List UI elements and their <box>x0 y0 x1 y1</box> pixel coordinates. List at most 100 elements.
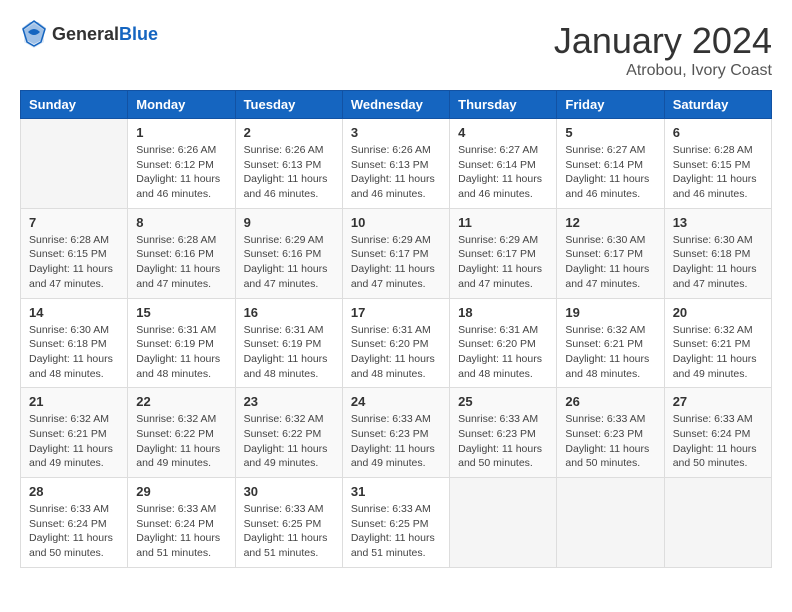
logo-general: General <box>52 24 119 44</box>
calendar-cell: 13Sunrise: 6:30 AM Sunset: 6:18 PM Dayli… <box>664 208 771 298</box>
calendar-cell: 31 Sunrise: 6:33 AM Sunset: 6:25 PM Dayli… <box>342 478 449 568</box>
day-number: 28 <box>29 484 119 499</box>
calendar-cell: 8 Sunrise: 6:28 AM Sunset: 6:16 PM Daylig… <box>128 208 235 298</box>
calendar-cell: 1 Sunrise: 6:26 AM Sunset: 6:12 PM Daylig… <box>128 119 235 209</box>
day-info: Sunrise: 6:28 AM Sunset: 6:16 PM Dayligh… <box>136 233 226 292</box>
day-info: Sunrise: 6:33 AM Sunset: 6:23 PM Dayligh… <box>565 412 655 471</box>
day-number: 30 <box>244 484 334 499</box>
calendar-header-row: SundayMondayTuesdayWednesdayThursdayFrid… <box>21 91 772 119</box>
calendar-cell: 17 Sunrise: 6:31 AM Sunset: 6:20 PM Dayli… <box>342 298 449 388</box>
day-number: 14 <box>29 305 119 320</box>
calendar-cell: 19 Sunrise: 6:32 AM Sunset: 6:21 PM Dayli… <box>557 298 664 388</box>
day-info: Sunrise: 6:30 AM Sunset: 6:17 PM Dayligh… <box>565 233 655 292</box>
page-header: GeneralBlue January 2024 Atrobou, Ivory … <box>20 20 772 80</box>
day-info: Sunrise: 6:33 AM Sunset: 6:25 PM Dayligh… <box>244 502 334 561</box>
day-info: Sunrise: 6:33 AM Sunset: 6:23 PM Dayligh… <box>458 412 548 471</box>
title-section: January 2024 Atrobou, Ivory Coast <box>554 20 772 80</box>
calendar-cell: 21Sunrise: 6:32 AM Sunset: 6:21 PM Dayli… <box>21 388 128 478</box>
calendar-cell: 5 Sunrise: 6:27 AM Sunset: 6:14 PM Daylig… <box>557 119 664 209</box>
day-number: 12 <box>565 215 655 230</box>
weekday-header-saturday: Saturday <box>664 91 771 119</box>
calendar-table: SundayMondayTuesdayWednesdayThursdayFrid… <box>20 90 772 568</box>
weekday-header-sunday: Sunday <box>21 91 128 119</box>
weekday-header-wednesday: Wednesday <box>342 91 449 119</box>
day-number: 3 <box>351 125 441 140</box>
calendar-cell: 9Sunrise: 6:29 AM Sunset: 6:16 PM Daylig… <box>235 208 342 298</box>
day-number: 19 <box>565 305 655 320</box>
day-number: 16 <box>244 305 334 320</box>
calendar-cell: 14 Sunrise: 6:30 AM Sunset: 6:18 PM Dayli… <box>21 298 128 388</box>
calendar-cell <box>664 478 771 568</box>
day-number: 31 <box>351 484 441 499</box>
location-title: Atrobou, Ivory Coast <box>554 62 772 80</box>
day-info: Sunrise: 6:27 AM Sunset: 6:14 PM Dayligh… <box>565 143 655 202</box>
day-info: Sunrise: 6:26 AM Sunset: 6:13 PM Dayligh… <box>351 143 441 202</box>
day-info: Sunrise: 6:32 AM Sunset: 6:21 PM Dayligh… <box>673 323 763 382</box>
calendar-cell: 20 Sunrise: 6:32 AM Sunset: 6:21 PM Dayli… <box>664 298 771 388</box>
weekday-header-tuesday: Tuesday <box>235 91 342 119</box>
day-info: Sunrise: 6:31 AM Sunset: 6:20 PM Dayligh… <box>351 323 441 382</box>
day-number: 4 <box>458 125 548 140</box>
logo-icon <box>20 20 48 48</box>
calendar-cell <box>21 119 128 209</box>
day-number: 18 <box>458 305 548 320</box>
calendar-week-5: 28 Sunrise: 6:33 AM Sunset: 6:24 PM Dayli… <box>21 478 772 568</box>
calendar-cell: 29 Sunrise: 6:33 AM Sunset: 6:24 PM Dayli… <box>128 478 235 568</box>
calendar-week-2: 7Sunrise: 6:28 AM Sunset: 6:15 PM Daylig… <box>21 208 772 298</box>
calendar-cell: 22 Sunrise: 6:32 AM Sunset: 6:22 PM Dayli… <box>128 388 235 478</box>
day-info: Sunrise: 6:29 AM Sunset: 6:17 PM Dayligh… <box>458 233 548 292</box>
day-number: 20 <box>673 305 763 320</box>
day-info: Sunrise: 6:26 AM Sunset: 6:13 PM Dayligh… <box>244 143 334 202</box>
day-info: Sunrise: 6:33 AM Sunset: 6:25 PM Dayligh… <box>351 502 441 561</box>
calendar-cell: 3 Sunrise: 6:26 AM Sunset: 6:13 PM Daylig… <box>342 119 449 209</box>
calendar-cell: 6 Sunrise: 6:28 AM Sunset: 6:15 PM Daylig… <box>664 119 771 209</box>
calendar-cell: 11Sunrise: 6:29 AM Sunset: 6:17 PM Dayli… <box>450 208 557 298</box>
day-number: 6 <box>673 125 763 140</box>
day-info: Sunrise: 6:31 AM Sunset: 6:19 PM Dayligh… <box>136 323 226 382</box>
day-info: Sunrise: 6:29 AM Sunset: 6:17 PM Dayligh… <box>351 233 441 292</box>
day-number: 5 <box>565 125 655 140</box>
day-info: Sunrise: 6:33 AM Sunset: 6:24 PM Dayligh… <box>29 502 119 561</box>
calendar-cell: 25 Sunrise: 6:33 AM Sunset: 6:23 PM Dayli… <box>450 388 557 478</box>
calendar-cell: 4Sunrise: 6:27 AM Sunset: 6:14 PM Daylig… <box>450 119 557 209</box>
day-info: Sunrise: 6:32 AM Sunset: 6:21 PM Dayligh… <box>565 323 655 382</box>
day-info: Sunrise: 6:32 AM Sunset: 6:21 PM Dayligh… <box>29 412 119 471</box>
day-number: 25 <box>458 394 548 409</box>
calendar-cell: 15 Sunrise: 6:31 AM Sunset: 6:19 PM Dayli… <box>128 298 235 388</box>
logo-text: GeneralBlue <box>52 24 158 45</box>
calendar-cell: 10 Sunrise: 6:29 AM Sunset: 6:17 PM Dayli… <box>342 208 449 298</box>
day-info: Sunrise: 6:30 AM Sunset: 6:18 PM Dayligh… <box>29 323 119 382</box>
day-number: 13 <box>673 215 763 230</box>
day-info: Sunrise: 6:32 AM Sunset: 6:22 PM Dayligh… <box>244 412 334 471</box>
day-number: 29 <box>136 484 226 499</box>
day-info: Sunrise: 6:28 AM Sunset: 6:15 PM Dayligh… <box>673 143 763 202</box>
logo: GeneralBlue <box>20 20 158 48</box>
calendar-cell: 30 Sunrise: 6:33 AM Sunset: 6:25 PM Dayli… <box>235 478 342 568</box>
calendar-cell: 27Sunrise: 6:33 AM Sunset: 6:24 PM Dayli… <box>664 388 771 478</box>
day-info: Sunrise: 6:32 AM Sunset: 6:22 PM Dayligh… <box>136 412 226 471</box>
calendar-week-1: 1 Sunrise: 6:26 AM Sunset: 6:12 PM Daylig… <box>21 119 772 209</box>
day-number: 15 <box>136 305 226 320</box>
day-number: 1 <box>136 125 226 140</box>
weekday-header-monday: Monday <box>128 91 235 119</box>
day-number: 27 <box>673 394 763 409</box>
day-info: Sunrise: 6:31 AM Sunset: 6:20 PM Dayligh… <box>458 323 548 382</box>
day-number: 24 <box>351 394 441 409</box>
logo-blue: Blue <box>119 24 158 44</box>
day-number: 17 <box>351 305 441 320</box>
calendar-cell <box>450 478 557 568</box>
day-info: Sunrise: 6:26 AM Sunset: 6:12 PM Dayligh… <box>136 143 226 202</box>
day-info: Sunrise: 6:29 AM Sunset: 6:16 PM Dayligh… <box>244 233 334 292</box>
month-title: January 2024 <box>554 20 772 62</box>
calendar-cell <box>557 478 664 568</box>
day-info: Sunrise: 6:33 AM Sunset: 6:24 PM Dayligh… <box>136 502 226 561</box>
calendar-cell: 12 Sunrise: 6:30 AM Sunset: 6:17 PM Dayli… <box>557 208 664 298</box>
day-number: 10 <box>351 215 441 230</box>
calendar-week-4: 21Sunrise: 6:32 AM Sunset: 6:21 PM Dayli… <box>21 388 772 478</box>
day-info: Sunrise: 6:28 AM Sunset: 6:15 PM Dayligh… <box>29 233 119 292</box>
day-number: 23 <box>244 394 334 409</box>
day-number: 8 <box>136 215 226 230</box>
day-number: 22 <box>136 394 226 409</box>
calendar-body: 1 Sunrise: 6:26 AM Sunset: 6:12 PM Daylig… <box>21 119 772 568</box>
day-info: Sunrise: 6:33 AM Sunset: 6:23 PM Dayligh… <box>351 412 441 471</box>
